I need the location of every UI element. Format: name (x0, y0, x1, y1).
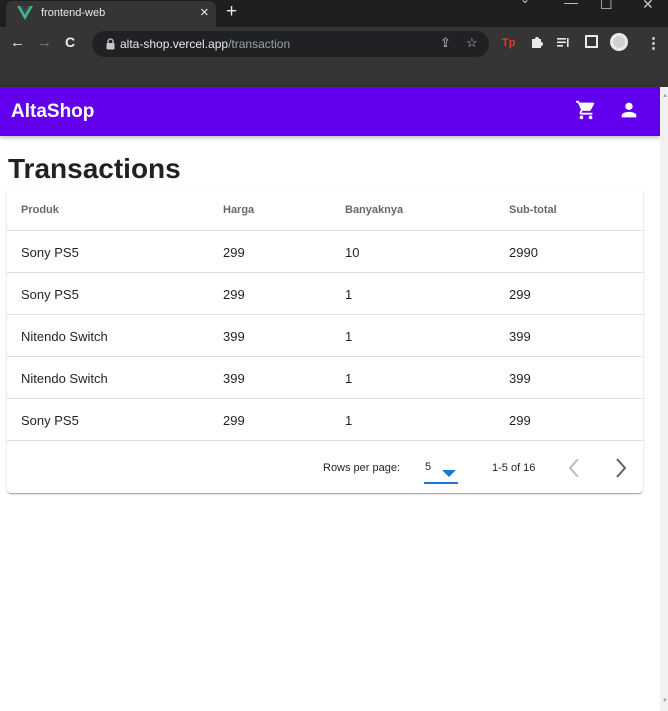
cell-produk: Sony PS5 (21, 287, 79, 302)
table-pagination: Rows per page: 5 1-5 of 16 (7, 442, 643, 493)
bookmark-bar (0, 61, 668, 87)
column-header-banyaknya[interactable]: Banyaknya (345, 204, 403, 216)
table-row[interactable]: Sony PS5 299 1 299 (7, 273, 643, 315)
cell-harga: 399 (223, 329, 245, 344)
maximize-button[interactable]: ☐ (600, 0, 613, 13)
profile-avatar-icon[interactable] (610, 33, 628, 56)
address-bar[interactable]: alta-shop.vercel.app/transaction ⇪ ☆ (92, 31, 489, 57)
pagination-range: 1-5 of 16 (492, 462, 536, 474)
page-scrollbar[interactable] (660, 87, 668, 711)
tab-close-icon[interactable]: × (200, 4, 209, 21)
reload-button[interactable]: C (65, 34, 75, 50)
bookmark-star-icon[interactable]: ☆ (466, 35, 478, 51)
scroll-down-arrow-icon[interactable]: ▼ (662, 698, 668, 704)
close-window-button[interactable]: ✕ (642, 0, 654, 13)
cell-banyaknya: 1 (345, 329, 353, 344)
cell-banyaknya: 1 (345, 413, 353, 428)
account-icon[interactable] (618, 98, 640, 127)
previous-page-button[interactable] (563, 454, 587, 482)
app-header: AltaShop (0, 87, 660, 136)
tab-search-chevron-icon[interactable]: ⌄ (520, 0, 530, 6)
forward-button[interactable]: → (37, 34, 52, 51)
share-icon[interactable]: ⇪ (440, 35, 451, 51)
next-page-button[interactable] (608, 454, 632, 482)
cell-subtotal: 299 (509, 413, 531, 428)
cell-produk: Sony PS5 (21, 413, 79, 428)
cell-subtotal: 399 (509, 329, 531, 344)
extension-tp-icon[interactable]: Tp (502, 35, 516, 54)
cell-produk: Sony PS5 (21, 245, 79, 260)
scroll-up-arrow-icon[interactable]: ▲ (662, 93, 668, 99)
side-panel-icon[interactable] (585, 35, 598, 53)
cell-harga: 299 (223, 287, 245, 302)
rows-per-page-select[interactable]: 5 (424, 456, 458, 484)
table-row[interactable]: Nitendo Switch 399 1 399 (7, 357, 643, 399)
cell-subtotal: 399 (509, 371, 531, 386)
cell-harga: 299 (223, 245, 245, 260)
column-header-harga[interactable]: Harga (223, 204, 254, 216)
url-path: /transaction (228, 37, 291, 51)
app-title[interactable]: AltaShop (11, 101, 94, 123)
rows-per-page-value: 5 (425, 461, 432, 473)
column-header-produk[interactable]: Produk (21, 204, 59, 216)
url-text[interactable]: alta-shop.vercel.app/transaction (120, 37, 290, 51)
browser-menu-icon[interactable]: ⋮ (646, 34, 661, 52)
cell-harga: 399 (223, 371, 245, 386)
back-button[interactable]: ← (10, 34, 25, 51)
dropdown-caret-icon (442, 465, 456, 483)
cell-subtotal: 299 (509, 287, 531, 302)
svg-text:Tp: Tp (502, 37, 516, 49)
browser-tab-strip: frontend-web × + ⌄ — ☐ ✕ (0, 0, 668, 27)
cell-banyaknya: 1 (345, 371, 353, 386)
new-tab-button[interactable]: + (226, 1, 237, 23)
browser-tab[interactable]: frontend-web × (6, 1, 216, 27)
tab-title: frontend-web (41, 7, 106, 19)
browser-toolbar: ← → C alta-shop.vercel.app/transaction ⇪… (0, 27, 668, 61)
rows-per-page-label: Rows per page: (323, 462, 401, 474)
cell-subtotal: 2990 (509, 245, 538, 260)
cell-harga: 299 (223, 413, 245, 428)
table-row[interactable]: Nitendo Switch 399 1 399 (7, 315, 643, 357)
cell-produk: Nitendo Switch (21, 371, 108, 386)
page-title: Transactions (8, 153, 181, 184)
column-header-subtotal[interactable]: Sub-total (509, 204, 557, 216)
cart-icon[interactable] (575, 99, 597, 126)
cell-produk: Nitendo Switch (21, 329, 108, 344)
table-header: Produk Harga Banyaknya Sub-total (7, 189, 643, 231)
cell-banyaknya: 1 (345, 287, 353, 302)
url-host: alta-shop.vercel.app (120, 37, 229, 51)
vue-logo-icon (17, 6, 33, 25)
reading-list-icon[interactable] (556, 35, 570, 54)
transactions-table: Produk Harga Banyaknya Sub-total Sony PS… (7, 189, 643, 493)
extensions-puzzle-icon[interactable] (530, 35, 544, 54)
table-row[interactable]: Sony PS5 299 1 299 (7, 399, 643, 441)
lock-icon (106, 37, 115, 55)
minimize-button[interactable]: — (564, 0, 578, 10)
table-row[interactable]: Sony PS5 299 10 2990 (7, 231, 643, 273)
cell-banyaknya: 10 (345, 245, 360, 260)
